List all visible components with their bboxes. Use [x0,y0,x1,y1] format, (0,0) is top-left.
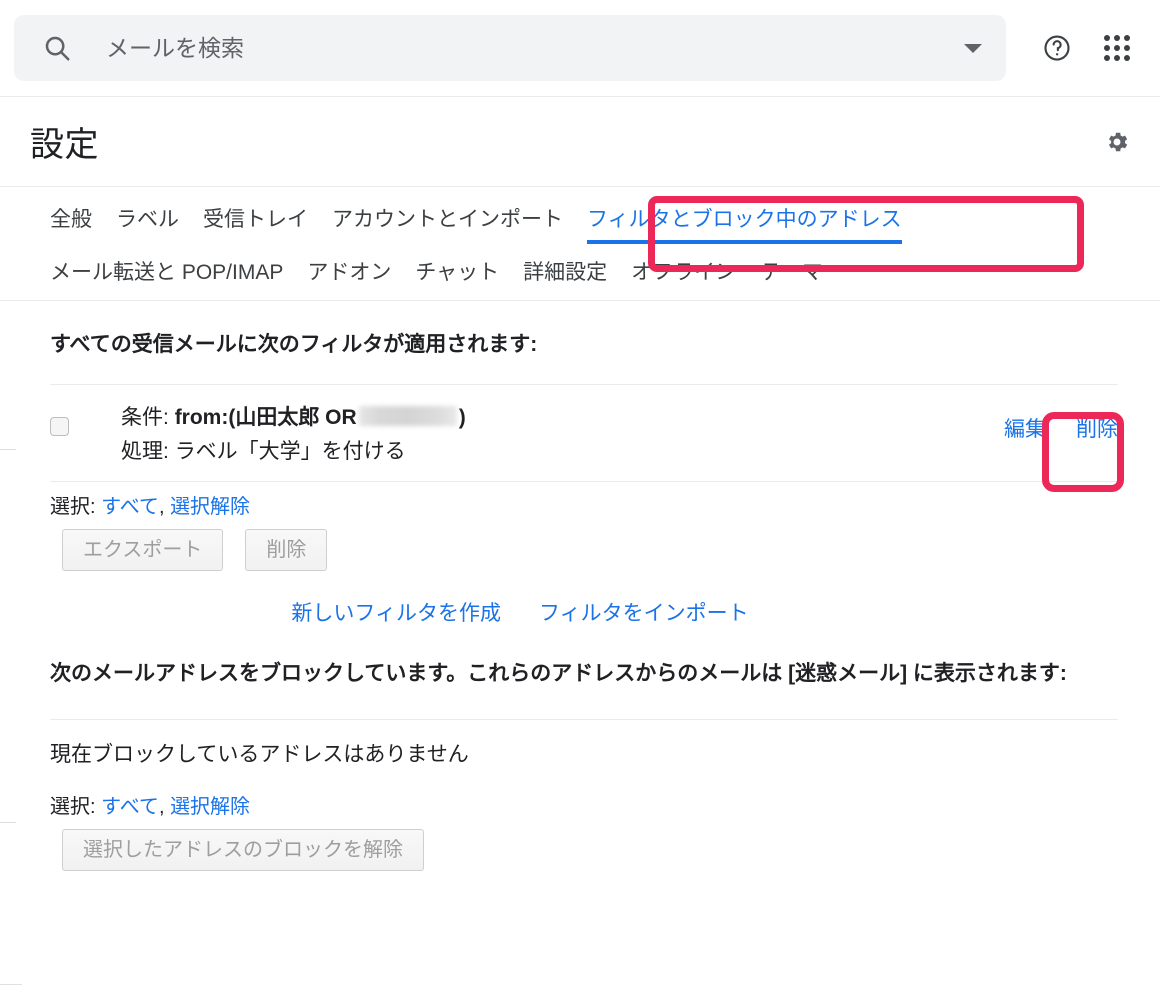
settings-tabs-row-2: メール転送と POP/IMAP アドオン チャット 詳細設定 オフライン テーマ [0,244,1160,300]
filter-action-line: 処理: ラベル「大学」を付ける [121,435,466,469]
filter-criteria-line: 条件: from:(山田太郎 OR) [121,401,466,435]
filter-row-actions: 編集 削除 [1004,413,1118,443]
tab-filters-blocked-addresses[interactable]: フィルタとブロック中のアドレス [587,209,902,244]
export-filters-button[interactable]: エクスポート [62,528,224,571]
blocked-button-row: 選択したアドレスのブロックを解除 [0,819,1160,871]
help-circle-icon[interactable] [1040,31,1074,65]
filters-select-line: 選択: すべて, 選択解除 [0,482,1160,519]
filters-select-separator: , [158,495,165,518]
page-title: 設定 [30,126,99,164]
tab-general[interactable]: 全般 [50,209,92,244]
redacted-address [358,405,457,426]
search-input[interactable] [106,34,964,62]
filter-row-details: 条件: from:(山田太郎 OR) 処理: ラベル「大学」を付ける [121,401,466,469]
top-bar [0,0,1160,96]
left-edge-tick [0,822,16,823]
blocked-empty-message: 現在ブロックしているアドレスはありません [50,742,469,766]
filters-section-heading: すべての受信メールに次のフィルタが適用されます: [50,333,538,356]
tab-labels[interactable]: ラベル [116,209,179,244]
blocked-select-prefix: 選択: [50,795,96,818]
tab-inbox[interactable]: 受信トレイ [203,209,308,244]
bottom-divider [0,984,22,985]
filters-select-none-link[interactable]: 選択解除 [170,496,250,518]
tab-accounts-import[interactable]: アカウントとインポート [332,209,563,244]
filters-select-all-link[interactable]: すべて [101,496,159,518]
filter-action-value: ラベル「大学」を付ける [174,439,406,463]
tab-themes[interactable]: テーマ [760,262,823,283]
chevron-down-icon[interactable] [964,43,982,53]
top-bar-actions [1040,31,1144,65]
settings-content: すべての受信メールに次のフィルタが適用されます: 条件: from:(山田太郎 … [0,301,1160,871]
edit-filter-link[interactable]: 編集 [1004,413,1046,443]
filters-button-row: エクスポート 削除 [0,519,1160,571]
tab-forwarding-pop-imap[interactable]: メール転送と POP/IMAP [50,262,283,283]
filter-criteria-label: 条件: [121,405,169,429]
blocked-select-all-link[interactable]: すべて [101,796,159,818]
blocked-select-separator: , [158,795,165,818]
filter-row: 条件: from:(山田太郎 OR) 処理: ラベル「大学」を付ける 編集 削除 [0,385,1160,481]
delete-filters-button[interactable]: 削除 [245,528,328,571]
search-icon [42,33,72,63]
tab-chat[interactable]: チャット [415,262,499,283]
delete-filter-link[interactable]: 削除 [1076,413,1118,443]
filter-criteria-value-prefix: from:(山田太郎 OR [174,405,357,429]
tab-offline[interactable]: オフライン [631,262,736,283]
settings-tabs: 全般 ラベル 受信トレイ アカウントとインポート フィルタとブロック中のアドレス… [0,186,1160,301]
blocked-section-heading: 次のメールアドレスをブロックしています。これらのアドレスからのメールは [迷惑メ… [50,661,1067,685]
filter-criteria-value-suffix: ) [458,405,466,429]
tab-addons[interactable]: アドオン [307,262,391,283]
filters-footer-links: 新しいフィルタを作成 フィルタをインポート [0,571,1160,627]
filters-select-prefix: 選択: [50,495,96,518]
gear-icon[interactable] [1104,129,1130,155]
blocked-select-line: 選択: すべて, 選択解除 [0,768,1160,819]
unblock-selected-addresses-button[interactable]: 選択したアドレスのブロックを解除 [62,828,424,871]
left-edge-tick [0,449,16,450]
create-new-filter-link[interactable]: 新しいフィルタを作成 [291,597,501,627]
filter-row-checkbox[interactable] [50,416,69,436]
tab-advanced[interactable]: 詳細設定 [523,262,607,283]
search-box[interactable] [14,15,1006,81]
import-filters-link[interactable]: フィルタをインポート [539,597,749,627]
apps-grid-icon[interactable] [1100,31,1134,65]
settings-header: 設定 [0,96,1160,186]
filter-action-label: 処理: [121,439,169,463]
blocked-select-none-link[interactable]: 選択解除 [170,796,250,818]
settings-tabs-row-1: 全般 ラベル 受信トレイ アカウントとインポート フィルタとブロック中のアドレス [0,187,1160,244]
